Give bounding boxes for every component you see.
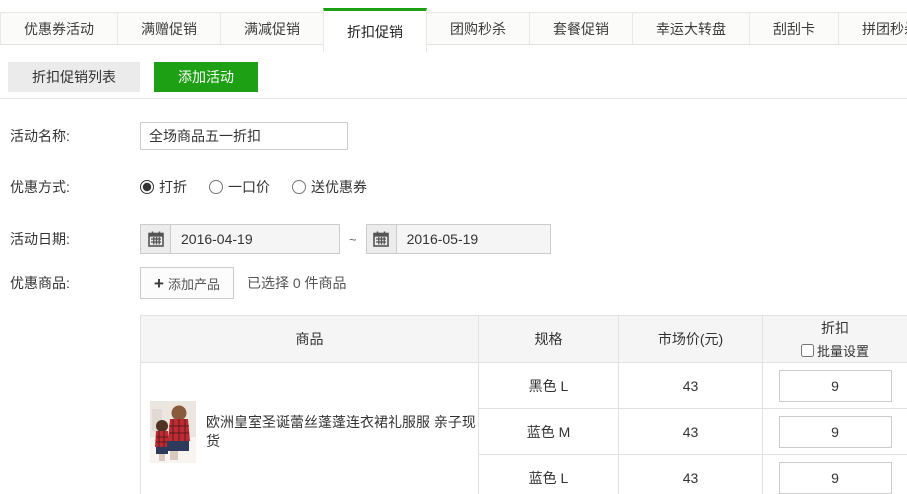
radio-send-coupon[interactable] bbox=[292, 180, 306, 194]
tab-package-promo[interactable]: 套餐促销 bbox=[529, 12, 633, 44]
tab-full-reduction-promo[interactable]: 满减促销 bbox=[220, 12, 324, 44]
discount-input[interactable] bbox=[779, 370, 892, 402]
tab-discount-promo[interactable]: 折扣促销 bbox=[323, 8, 427, 52]
spec-cell: 黑色 L bbox=[479, 363, 619, 409]
add-activity-button[interactable]: 添加活动 bbox=[154, 62, 258, 92]
tab-lucky-wheel[interactable]: 幸运大转盘 bbox=[632, 12, 750, 44]
radio-option-send-coupon-label: 送优惠券 bbox=[311, 177, 367, 197]
col-header-price: 市场价(元) bbox=[619, 316, 763, 363]
promo-products-label: 优惠商品: bbox=[10, 273, 140, 293]
price-cell: 43 bbox=[619, 409, 763, 455]
discount-products-table: 商品 规格 市场价(元) 折扣 批量设置 bbox=[140, 315, 907, 494]
activity-form: 活动名称: 优惠方式: 打折 一口价 送优惠券 活动日期: bbox=[0, 122, 907, 299]
tab-full-gift-promo[interactable]: 满赠促销 bbox=[117, 12, 221, 44]
radio-fixed-price[interactable] bbox=[209, 180, 223, 194]
batch-set-checkbox[interactable] bbox=[801, 344, 814, 357]
radio-option-discount[interactable]: 打折 bbox=[140, 177, 187, 197]
table-row: 欧洲皇室圣诞蕾丝蓬蓬连衣裙礼服服 亲子现货 黑色 L 43 bbox=[141, 363, 907, 409]
discount-method-row: 优惠方式: 打折 一口价 送优惠券 bbox=[10, 177, 907, 197]
radio-option-send-coupon[interactable]: 送优惠券 bbox=[292, 177, 367, 197]
batch-set-label: 批量设置 bbox=[817, 341, 869, 360]
product-title: 欧洲皇室圣诞蕾丝蓬蓬连衣裙礼服服 亲子现货 bbox=[206, 413, 478, 449]
promotion-tabbar: 优惠券活动 满赠促销 满减促销 折扣促销 团购秒杀 套餐促销 幸运大转盘 刮刮卡… bbox=[0, 12, 907, 45]
col-header-product: 商品 bbox=[141, 316, 479, 363]
add-product-button[interactable]: + 添加产品 bbox=[140, 267, 234, 299]
discount-cell bbox=[763, 363, 907, 409]
col-header-spec: 规格 bbox=[479, 316, 619, 363]
discount-cell bbox=[763, 455, 907, 494]
discount-cell bbox=[763, 409, 907, 455]
discount-method-label: 优惠方式: bbox=[10, 177, 140, 197]
tab-coupon-activity[interactable]: 优惠券活动 bbox=[0, 12, 118, 44]
radio-option-fixed-price[interactable]: 一口价 bbox=[209, 177, 270, 197]
price-cell: 43 bbox=[619, 455, 763, 494]
radio-option-fixed-price-label: 一口价 bbox=[228, 177, 270, 197]
subnav: 折扣促销列表 添加活动 bbox=[8, 62, 907, 92]
discount-input[interactable] bbox=[779, 462, 892, 494]
promo-products-row: 优惠商品: + 添加产品 已选择 0 件商品 bbox=[10, 267, 907, 299]
calendar-icon bbox=[373, 231, 389, 247]
start-date-value[interactable]: 2016-04-19 bbox=[171, 225, 253, 253]
section-divider bbox=[0, 98, 907, 99]
table-header-row: 商品 规格 市场价(元) 折扣 批量设置 bbox=[141, 316, 907, 363]
calendar-icon bbox=[148, 231, 164, 247]
activity-date-row: 活动日期: 2016-04-19 ~ bbox=[10, 224, 907, 254]
tab-scratch-card[interactable]: 刮刮卡 bbox=[749, 12, 839, 44]
discount-list-button[interactable]: 折扣促销列表 bbox=[8, 62, 140, 92]
end-date-field[interactable]: 2016-05-19 bbox=[366, 224, 551, 254]
product-cell: 欧洲皇室圣诞蕾丝蓬蓬连衣裙礼服服 亲子现货 bbox=[141, 363, 479, 494]
price-cell: 43 bbox=[619, 363, 763, 409]
discount-input[interactable] bbox=[779, 416, 892, 448]
start-date-icon-box[interactable] bbox=[141, 225, 171, 253]
end-date-value[interactable]: 2016-05-19 bbox=[397, 225, 479, 253]
end-date-icon-box[interactable] bbox=[367, 225, 397, 253]
discount-header-title: 折扣 bbox=[763, 318, 907, 338]
spec-cell: 蓝色 L bbox=[479, 455, 619, 494]
spec-cell: 蓝色 M bbox=[479, 409, 619, 455]
radio-discount[interactable] bbox=[140, 180, 154, 194]
activity-name-label: 活动名称: bbox=[10, 126, 140, 146]
tab-pintuan-seckill[interactable]: 拼团秒杀 bbox=[838, 12, 907, 44]
tab-group-seckill[interactable]: 团购秒杀 bbox=[426, 12, 530, 44]
activity-name-input[interactable] bbox=[140, 122, 348, 150]
selected-count-text: 已选择 0 件商品 bbox=[247, 273, 347, 293]
product-image bbox=[150, 401, 196, 463]
plus-icon: + bbox=[154, 275, 164, 292]
radio-option-discount-label: 打折 bbox=[159, 177, 187, 197]
start-date-field[interactable]: 2016-04-19 bbox=[140, 224, 340, 254]
activity-date-label: 活动日期: bbox=[10, 229, 140, 249]
add-product-button-label: 添加产品 bbox=[168, 274, 220, 293]
date-range-separator: ~ bbox=[349, 232, 357, 247]
activity-name-row: 活动名称: bbox=[10, 122, 907, 150]
col-header-discount: 折扣 批量设置 bbox=[763, 316, 907, 363]
